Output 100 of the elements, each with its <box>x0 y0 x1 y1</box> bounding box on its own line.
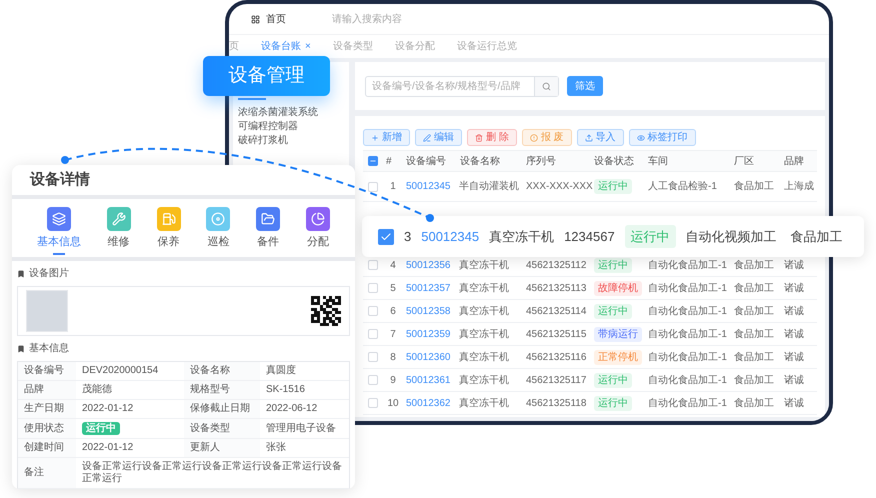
checkbox[interactable] <box>378 228 394 244</box>
table-cell-text: 1 <box>389 180 397 194</box>
info-value: 管理用电子设备 <box>266 422 336 434</box>
toolbar-icon <box>371 134 379 142</box>
detail-tab[interactable]: 保养 <box>156 200 181 256</box>
device-code-link[interactable]: 50012356 <box>403 258 457 272</box>
status-tag: 正常停机 <box>594 350 642 364</box>
search-field[interactable]: 请输入搜索内容 <box>332 12 482 26</box>
device-code-link[interactable]: 50012359 <box>403 326 457 342</box>
tab[interactable]: 设备运行总览 <box>456 39 517 54</box>
table-cell-text: 诸诚 <box>783 328 805 342</box>
workshop-name: 自动化视频加工 <box>686 228 777 246</box>
select-all-checkbox[interactable] <box>368 156 378 166</box>
table-cell-text: 45621325116 <box>525 350 588 364</box>
info-value: 真圆度 <box>266 365 296 377</box>
info-label: 设备名称 <box>184 362 260 381</box>
info-label: 备注 <box>18 458 76 489</box>
table-cell-text: 7 <box>389 328 397 342</box>
sidebar-item[interactable]: 可编程控制器 <box>238 120 344 134</box>
status-tag: 带病运行 <box>594 326 642 342</box>
column-header: # <box>385 154 393 168</box>
table-cell-text: 诸诚 <box>783 258 805 272</box>
sidebar-item[interactable]: 浓缩杀菌灌装系统 <box>238 106 344 120</box>
table-cell-text: 45621325115 <box>525 328 588 342</box>
table-cell-text: 上海成 <box>783 180 815 194</box>
column-header: 车间 <box>647 154 669 168</box>
table-cell-text: 真空冻干机 <box>458 328 510 342</box>
table-cell-text: 食品加工 <box>733 258 775 272</box>
device-code-link[interactable]: 50012362 <box>403 396 457 410</box>
device-code-link[interactable]: 50012345 <box>403 179 457 194</box>
table-cell-text: 45621325118 <box>525 396 588 410</box>
info-label: 使用状态 <box>18 419 76 439</box>
info-value: 张张 <box>266 442 286 454</box>
detail-tab[interactable]: 分配 <box>306 200 330 256</box>
row-number: 3 <box>404 228 412 246</box>
table-cell-text: 自动化食品加工-1 <box>647 396 728 410</box>
home-link[interactable]: 首页 <box>266 12 286 26</box>
filter-button[interactable]: 筛选 <box>567 76 603 96</box>
tab[interactable]: 页 <box>229 39 239 54</box>
table-cell-text: 8 <box>389 350 397 364</box>
detail-tab[interactable]: 基本信息 <box>36 200 81 256</box>
toolbar-button[interactable]: 导入 <box>576 129 624 146</box>
toolbar-icon <box>636 134 645 142</box>
search-icon[interactable] <box>542 82 551 90</box>
device-code-link[interactable]: 50012361 <box>403 372 457 388</box>
status-tag: 运行中 <box>594 179 632 194</box>
toolbar-button[interactable]: 编辑 <box>415 129 462 146</box>
table-cell-text: 自动化食品加工-1 <box>647 304 728 318</box>
close-icon[interactable]: × <box>305 39 311 54</box>
table-cell-text: 45621325117 <box>525 374 588 388</box>
info-value: 茂能德 <box>82 384 112 396</box>
column-header: 设备编号 <box>405 154 447 168</box>
detail-tab[interactable]: 备件 <box>256 200 280 256</box>
table-cell-text: 诸诚 <box>783 350 805 364</box>
status-tag: 运行中 <box>624 224 676 248</box>
table-cell-text: 食品加工 <box>733 374 775 388</box>
device-code-link[interactable]: 50012358 <box>403 304 457 318</box>
info-label: 创建时间 <box>18 439 76 458</box>
serial-number: 1234567 <box>564 228 615 246</box>
status-tag: 故障停机 <box>594 280 642 296</box>
table-cell-text: 食品加工 <box>733 282 775 296</box>
toolbar-button[interactable]: 报 废 <box>522 129 572 146</box>
status-tag: 运行中 <box>594 304 632 318</box>
toolbar-button[interactable]: 新增 <box>363 129 410 146</box>
table-cell-text: 人工食品检验-1 <box>647 180 718 194</box>
info-value: 2022-01-12 <box>82 442 134 454</box>
keyword-field[interactable]: 设备编号/设备名称/规格型号/品牌 <box>365 76 559 96</box>
toolbar-icon <box>423 134 431 142</box>
table-cell-text: 真空冻干机 <box>458 258 510 272</box>
table-cell-text: 诸诚 <box>783 304 805 318</box>
photo-placeholder <box>26 290 68 332</box>
tab[interactable]: 设备分配 <box>394 39 435 54</box>
info-value: 设备正常运行设备正常运行设备正常运行设备正常运行设备正常运行 <box>82 461 343 485</box>
detail-tab[interactable]: 巡检 <box>206 200 230 256</box>
info-label: 设备编号 <box>18 362 76 381</box>
device-code-link[interactable]: 50012360 <box>403 350 457 364</box>
device-code-link[interactable]: 50012357 <box>403 280 457 296</box>
table-cell-text: XXX-XXX-XXX <box>525 180 591 194</box>
bookmark-icon <box>17 344 25 352</box>
info-label: 规格型号 <box>184 381 260 400</box>
table-cell-text: 真空冻干机 <box>458 282 510 296</box>
detail-tab[interactable]: 维修 <box>106 200 131 256</box>
check-icon <box>380 230 392 242</box>
table-cell-text: 食品加工 <box>733 328 775 342</box>
table-cell-text: 真空冻干机 <box>458 304 510 318</box>
device-code-link[interactable]: 50012345 <box>421 226 480 246</box>
table-cell-text: 诸诚 <box>783 282 805 296</box>
toolbar-button[interactable]: 删 除 <box>467 129 517 146</box>
column-header: 设备名称 <box>459 154 501 168</box>
tab[interactable]: 设备台账 × <box>261 39 311 54</box>
table-cell-text: 自动化食品加工-1 <box>647 374 728 388</box>
toolbar-button[interactable]: 标签打印 <box>628 129 696 146</box>
table-cell-text: 食品加工 <box>733 180 775 194</box>
table-cell-text: 自动化食品加工-1 <box>647 328 728 342</box>
info-value: DEV2020000154 <box>82 365 158 377</box>
bookmark-icon <box>17 270 25 278</box>
sidebar-item[interactable]: 破碎打浆机 <box>238 134 344 148</box>
tab[interactable]: 设备类型 <box>332 39 373 54</box>
table-cell-text: 9 <box>389 374 397 388</box>
section-title: 设备图片 <box>29 266 69 281</box>
